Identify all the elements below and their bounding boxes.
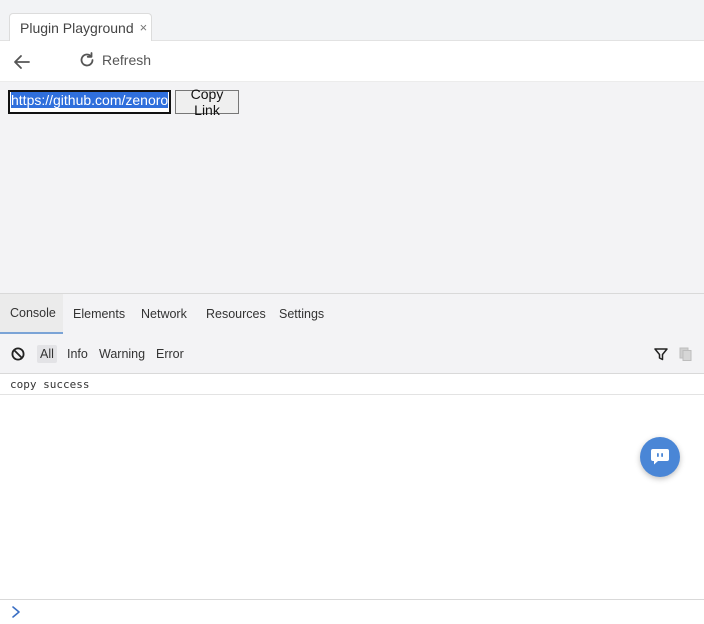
chat-bubble-icon [651,449,669,465]
filter-info[interactable]: Info [67,345,88,363]
refresh-label: Refresh [102,52,152,68]
tab-network[interactable]: Network [141,294,187,334]
clear-console-icon[interactable] [11,347,25,361]
filter-warning[interactable]: Warning [99,345,145,363]
tab-elements[interactable]: Elements [73,294,125,334]
console-filter-bar: All Info Warning Error [0,334,704,374]
copy-icon[interactable] [679,347,692,361]
page-content: https://github.com/zenoro Copy Link [0,82,704,293]
chevron-right-icon [12,606,20,618]
toolbar: Refresh [0,41,704,82]
refresh-button[interactable]: Refresh [78,51,151,69]
url-input-value: https://github.com/zenoro [11,92,169,108]
tab-console[interactable]: Console [0,294,63,334]
tab-settings[interactable]: Settings [279,294,324,334]
tab-title: Plugin Playground [20,19,134,36]
tab-plugin-playground[interactable]: Plugin Playground × [9,13,152,41]
copy-link-button[interactable]: Copy Link [175,86,239,118]
url-input[interactable]: https://github.com/zenoro [8,90,171,114]
devtools-tabs: Console Elements Network Resources Setti… [0,293,704,335]
filter-error[interactable]: Error [156,345,184,363]
tab-resources[interactable]: Resources [206,294,266,334]
refresh-icon [80,52,94,67]
tab-close-icon[interactable]: × [140,20,148,35]
console-prompt[interactable] [0,599,704,624]
tab-strip: Plugin Playground × [0,0,704,41]
back-arrow-icon[interactable] [12,52,32,72]
console-log-line: copy success [0,374,704,395]
chat-fab-button[interactable] [640,437,680,477]
funnel-icon[interactable] [654,347,668,361]
filter-all[interactable]: All [37,345,57,363]
